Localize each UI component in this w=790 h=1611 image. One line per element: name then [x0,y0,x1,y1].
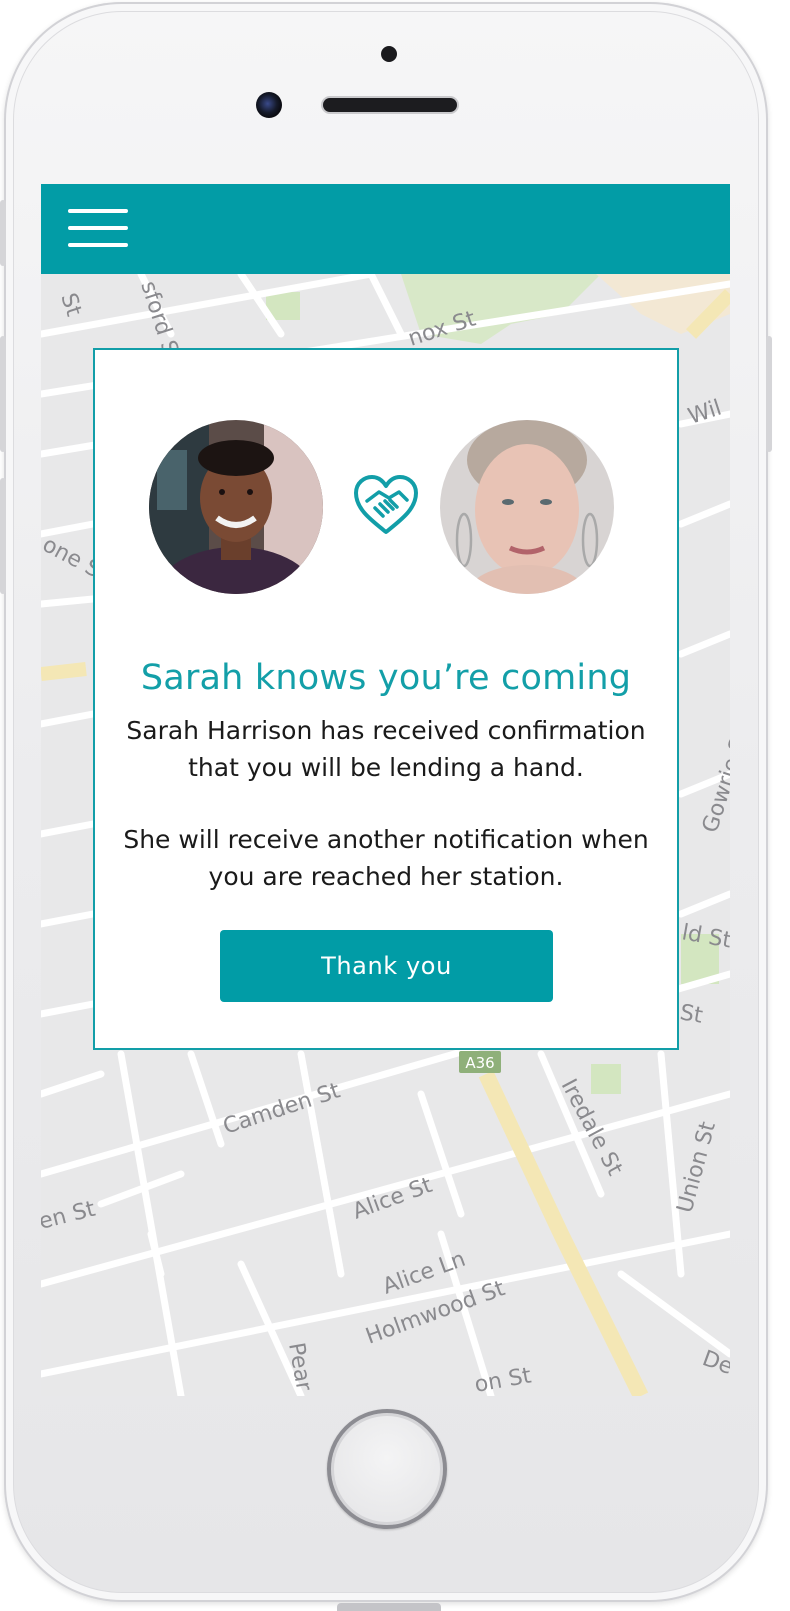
young-man-avatar [149,420,323,594]
confirmation-message: Sarah Harrison has received confirmation… [126,716,646,782]
volume-down-button [0,478,6,594]
app-screen: A36 nox St Wil one S Gowrie S ld St St C… [41,184,730,1396]
earpiece-speaker [323,98,457,112]
home-button[interactable] [327,1409,447,1529]
power-button [766,336,772,452]
map-label-st: St [678,1000,705,1029]
handshake-heart-icon [354,475,418,534]
front-camera [256,92,282,118]
volume-up-button [0,336,6,452]
hamburger-menu-icon[interactable] [68,209,128,247]
notification-message: She will receive another notification wh… [123,825,649,891]
svg-text:A36: A36 [465,1054,494,1072]
mute-switch [0,200,6,266]
older-woman-avatar [440,420,614,594]
confirmation-dialog: Sarah knows you’re coming Sarah Harrison… [93,348,679,1050]
proximity-sensor [381,46,397,62]
app-header [41,184,730,274]
dialog-title: Sarah knows you’re coming [140,658,632,698]
bottom-port [337,1603,441,1611]
thank-you-button[interactable]: Thank you [220,930,553,1002]
